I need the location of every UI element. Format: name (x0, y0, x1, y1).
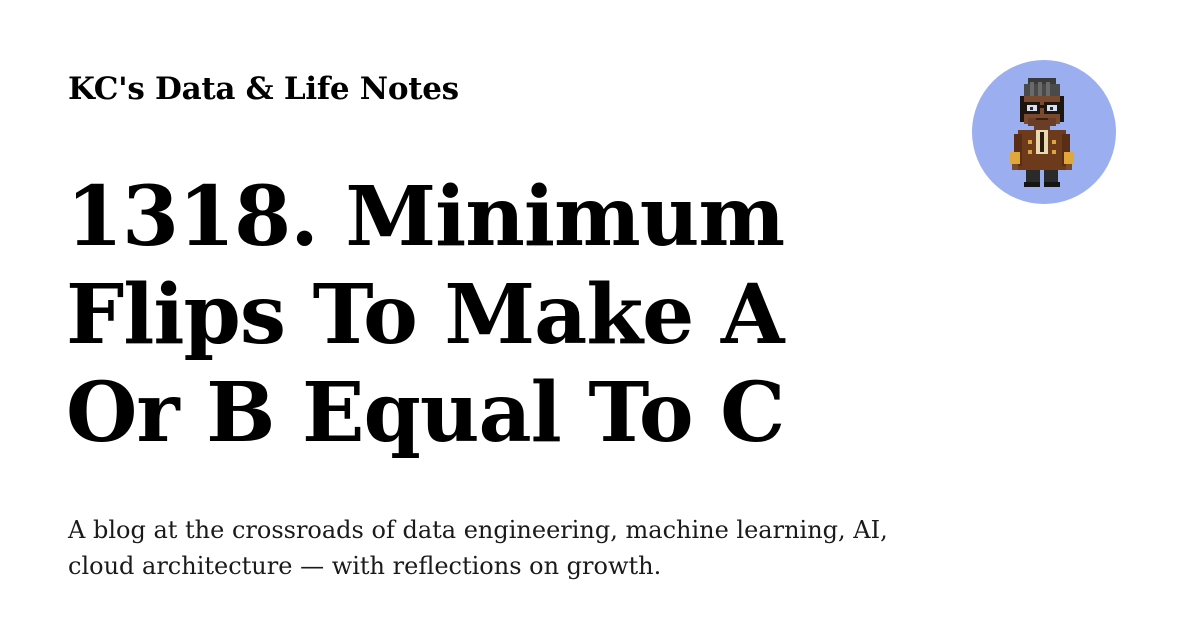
blog-description: A blog at the crossroads of data enginee… (68, 516, 888, 580)
pixel-character-icon (972, 60, 1116, 204)
avatar (972, 60, 1116, 204)
post-title: 1318. Minimum Flips To Make A Or B Equal… (66, 169, 785, 461)
avatar-sleeves (1010, 152, 1020, 164)
avatar-legs (1026, 170, 1040, 184)
site-name: KC's Data & Life Notes (68, 71, 459, 107)
